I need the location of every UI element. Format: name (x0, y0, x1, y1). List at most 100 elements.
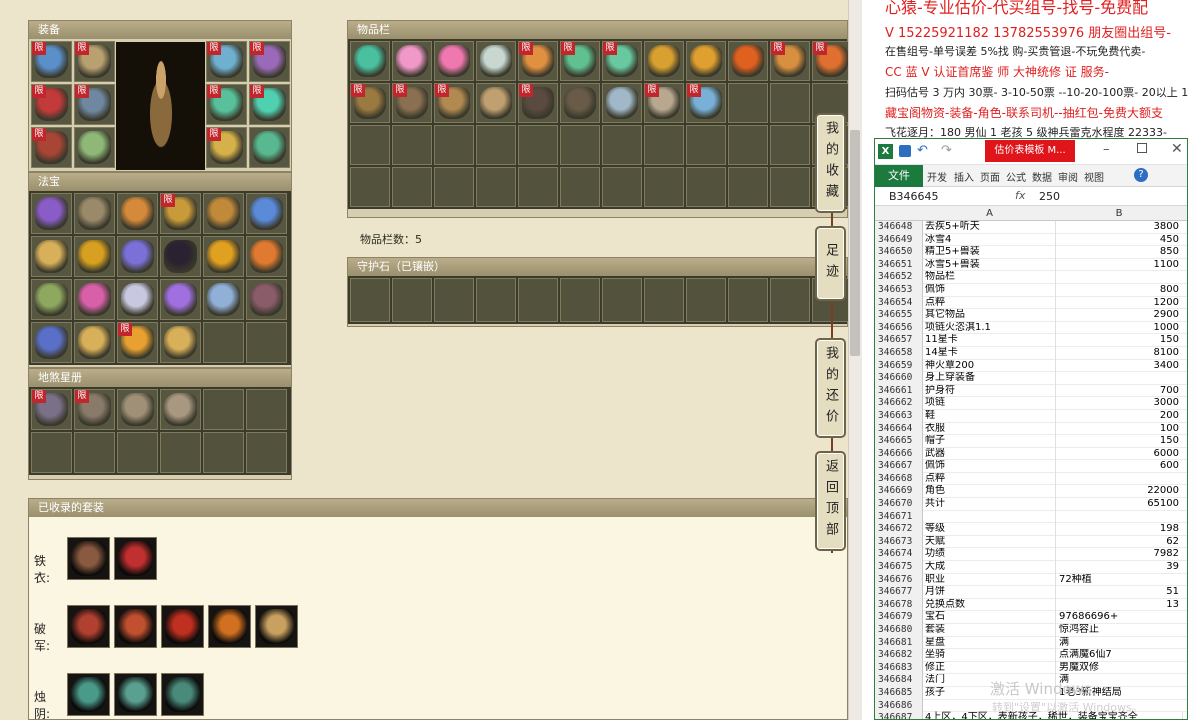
row-number[interactable]: 346670 (875, 498, 923, 511)
row-number[interactable]: 346649 (875, 233, 923, 247)
my-counteroffer-button[interactable]: 我的还价 (815, 338, 846, 438)
inventory-slot[interactable]: 限 (602, 41, 642, 81)
cell-b[interactable]: 800 (1056, 284, 1182, 297)
cell-a[interactable]: 宝石 (923, 611, 1056, 624)
inventory-slot[interactable] (602, 83, 642, 123)
cell-a[interactable]: 神火覃200 (923, 359, 1056, 373)
treasure-slot[interactable] (74, 236, 115, 277)
cell-b[interactable]: 3800 (1056, 221, 1182, 234)
treasure-slot[interactable] (160, 236, 201, 277)
cell-b[interactable]: 39 (1056, 561, 1182, 574)
cell-b[interactable]: 7982 (1056, 548, 1182, 561)
inventory-slot[interactable] (686, 125, 726, 165)
cell-a[interactable]: 护身符 (923, 384, 1056, 398)
inventory-slot[interactable] (644, 41, 684, 81)
cell-a[interactable]: 身上穿装备 (923, 372, 1056, 385)
footprints-button[interactable]: 足迹 (815, 226, 846, 301)
row-number[interactable]: 346673 (875, 535, 923, 549)
cell-a[interactable]: 等级 (923, 523, 1056, 536)
cell-a[interactable]: 去疾5+听天 (923, 221, 1056, 234)
cell-a[interactable]: 功绩 (923, 548, 1056, 562)
hell-star-slot[interactable] (203, 389, 244, 430)
equipment-slot[interactable]: 限 (31, 41, 72, 82)
ribbon-tab-review[interactable]: 审阅 (1058, 169, 1078, 184)
cell-b[interactable]: 22000 (1056, 485, 1182, 498)
inventory-slot[interactable] (686, 41, 726, 81)
back-to-top-button[interactable]: 返回顶部 (815, 451, 846, 551)
row-number[interactable]: 346683 (875, 661, 923, 675)
equipment-slot[interactable] (74, 127, 115, 168)
inventory-slot[interactable] (560, 167, 600, 207)
cell-a[interactable]: 天赋 (923, 535, 1056, 549)
cell-a[interactable]: 冰雪4 (923, 233, 1056, 247)
row-number[interactable]: 346659 (875, 359, 923, 373)
treasure-slot[interactable] (246, 322, 287, 363)
ribbon-tab-formula[interactable]: 公式 (1006, 169, 1026, 184)
cell-b[interactable]: 2900 (1056, 309, 1182, 322)
inventory-slot[interactable] (476, 41, 516, 81)
maximize-icon[interactable] (1137, 143, 1147, 153)
page-scrollbar-thumb[interactable] (850, 130, 860, 356)
inventory-slot[interactable]: 限 (518, 83, 558, 123)
cell-a[interactable]: 帽子 (923, 435, 1056, 448)
treasure-slot[interactable] (74, 193, 115, 234)
inventory-slot[interactable]: 限 (392, 83, 432, 123)
minimize-icon[interactable]: – (1103, 142, 1110, 157)
inventory-slot[interactable] (644, 167, 684, 207)
cell-b[interactable]: 惊鸿容止 (1056, 624, 1182, 637)
suit-piece[interactable] (67, 537, 110, 580)
cell-b[interactable]: 1100 (1056, 259, 1182, 272)
guard-stone-slot[interactable] (434, 278, 474, 322)
cell-b[interactable]: 150 (1056, 334, 1182, 347)
suit-piece[interactable] (67, 673, 110, 716)
ribbon-tab-view[interactable]: 视图 (1084, 169, 1104, 184)
row-number[interactable]: 346663 (875, 409, 923, 423)
row-number[interactable]: 346655 (875, 309, 923, 322)
row-number[interactable]: 346678 (875, 598, 923, 612)
cell-a[interactable]: 修正 (923, 661, 1056, 675)
treasure-slot[interactable] (203, 193, 244, 234)
cell-a[interactable]: 坐骑 (923, 649, 1056, 662)
cell-a[interactable]: 套装 (923, 624, 1056, 637)
row-number[interactable]: 346651 (875, 258, 923, 272)
close-icon[interactable]: ✕ (1171, 141, 1183, 157)
cell-b[interactable]: 700 (1056, 385, 1182, 398)
suit-piece[interactable] (114, 537, 157, 580)
inventory-slot[interactable] (392, 125, 432, 165)
inventory-slot[interactable] (476, 125, 516, 165)
row-number[interactable]: 346675 (875, 561, 923, 574)
treasure-slot[interactable] (160, 279, 201, 320)
row-number[interactable]: 346668 (875, 472, 923, 486)
cell-a[interactable]: 衣服 (923, 422, 1056, 436)
row-number[interactable]: 346656 (875, 321, 923, 335)
guard-stone-slot[interactable] (350, 278, 390, 322)
guard-stone-slot[interactable] (518, 278, 558, 322)
guard-stone-slot[interactable] (476, 278, 516, 322)
treasure-slot[interactable] (117, 279, 158, 320)
cell-a[interactable]: 佩饰 (923, 283, 1056, 297)
hell-star-slot[interactable] (160, 432, 201, 473)
inventory-slot[interactable] (434, 125, 474, 165)
row-number[interactable]: 346661 (875, 384, 923, 398)
cell-a[interactable]: 星盘 (923, 636, 1056, 650)
guard-stone-slot[interactable] (560, 278, 600, 322)
cell-a[interactable]: 物品栏 (923, 271, 1056, 284)
guard-stone-slot[interactable] (728, 278, 768, 322)
hell-star-slot[interactable] (246, 432, 287, 473)
inventory-slot[interactable]: 限 (518, 41, 558, 81)
row-number[interactable]: 346666 (875, 447, 923, 461)
page-scrollbar[interactable] (848, 0, 862, 720)
inventory-slot[interactable] (770, 167, 810, 207)
ribbon-tab-developer[interactable]: 开发 (927, 169, 947, 184)
cell-a[interactable]: 点粹 (923, 296, 1056, 310)
inventory-slot[interactable] (770, 83, 810, 123)
inventory-slot[interactable]: 限 (770, 41, 810, 81)
inventory-slot[interactable]: 限 (434, 83, 474, 123)
equipment-slot[interactable]: 限 (249, 84, 290, 125)
cell-b[interactable]: 51 (1056, 586, 1182, 599)
inventory-slot[interactable] (728, 83, 768, 123)
cell-b[interactable]: 男魔双修 (1056, 662, 1182, 675)
equipment-slot[interactable]: 限 (249, 41, 290, 82)
row-number[interactable]: 346686 (875, 699, 923, 713)
suit-piece[interactable] (161, 605, 204, 648)
